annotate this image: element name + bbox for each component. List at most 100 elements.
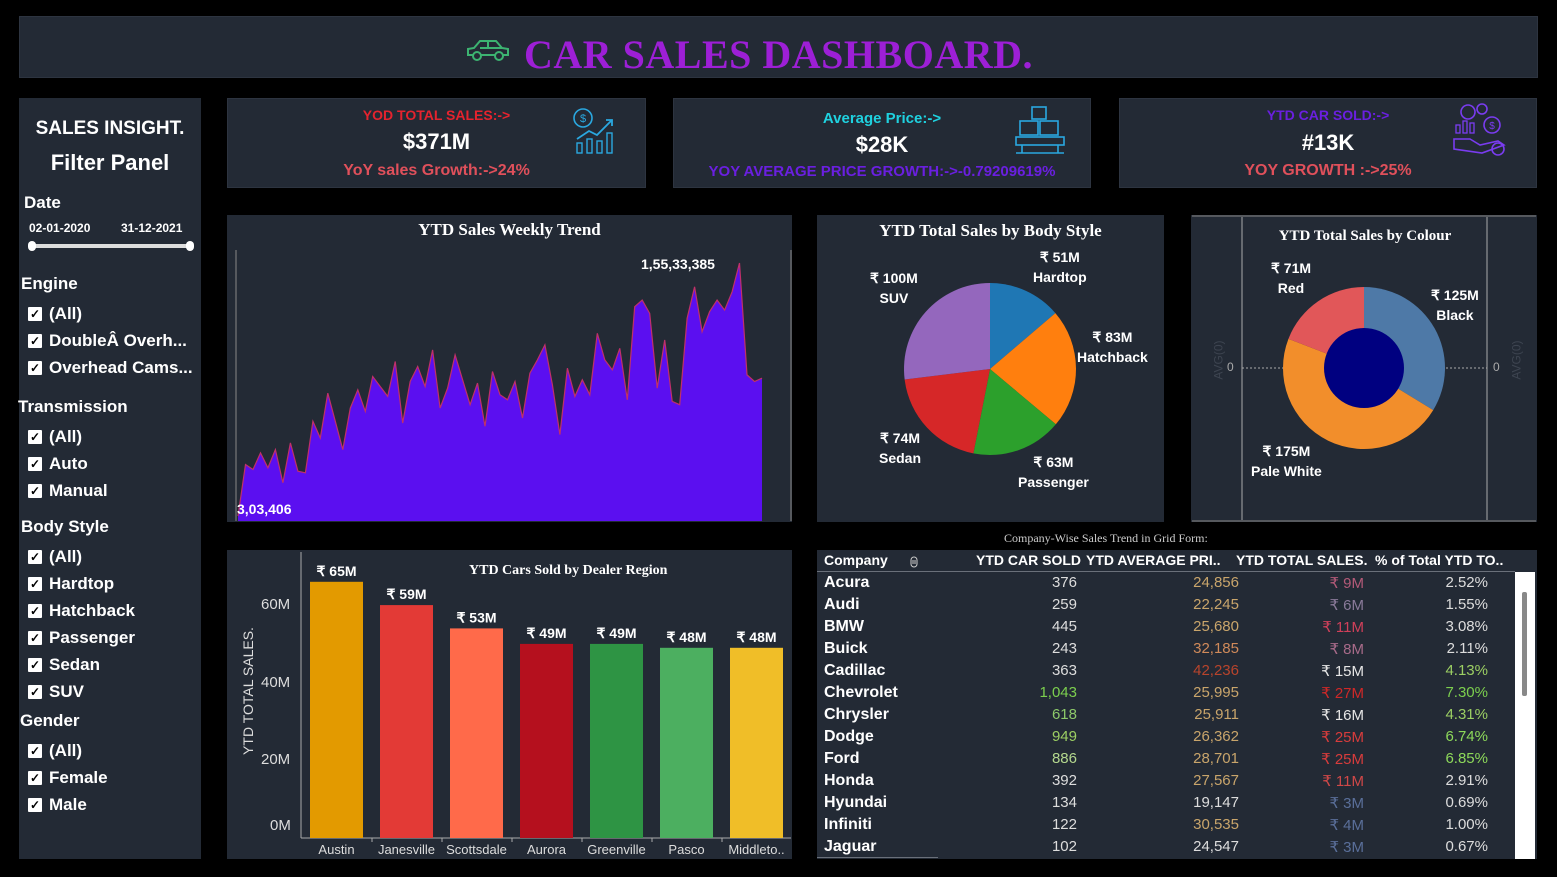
cell-pct-total: 0.67% — [1445, 838, 1488, 855]
header-ytd-average-price[interactable]: YTD AVERAGE PRI.. — [1086, 552, 1221, 568]
body-style-option-sedan[interactable]: ✓ Sedan — [28, 655, 100, 675]
cell-total-sales: ₹ 25M — [1321, 751, 1364, 768]
cell-pct-total: 6.85% — [1445, 750, 1488, 767]
donut-right-zero: 0 — [1493, 360, 1500, 374]
cell-car-sold: 259 — [1051, 596, 1077, 613]
cell-pct-total: 6.74% — [1445, 728, 1488, 745]
bar-scottsdale — [450, 628, 503, 838]
date-slider-end-handle[interactable] — [186, 241, 194, 251]
gender-option-female[interactable]: ✓ Female — [28, 768, 108, 788]
checkbox-checked-icon[interactable]: ✓ — [28, 307, 42, 321]
body-style-pie-chart — [904, 283, 1076, 455]
transmission-option-auto[interactable]: ✓ Auto — [28, 454, 88, 474]
cell-company: Ford — [824, 750, 860, 767]
ytick-0m: 0M — [270, 817, 291, 834]
checkbox-checked-icon[interactable]: ✓ — [28, 457, 42, 471]
date-slider-start-handle[interactable] — [28, 241, 36, 251]
checkbox-checked-icon[interactable]: ✓ — [28, 604, 42, 618]
header-company[interactable]: Company — [824, 552, 888, 568]
table-row[interactable]: Chrysler 618 25,911 ₹ 16M 4.31% — [817, 706, 1515, 728]
cell-car-sold: 618 — [1051, 706, 1077, 723]
cell-car-sold: 392 — [1051, 772, 1077, 789]
donut-hole — [1324, 328, 1404, 408]
scrollbar-track[interactable] — [1515, 572, 1535, 859]
checkbox-checked-icon[interactable]: ✓ — [28, 771, 42, 785]
checkbox-checked-icon[interactable]: ✓ — [28, 631, 42, 645]
checkbox-checked-icon[interactable]: ✓ — [28, 334, 42, 348]
table-row[interactable]: Hyundai 134 19,147 ₹ 3M 0.69% — [817, 794, 1515, 816]
table-row[interactable]: Ford 886 28,701 ₹ 25M 6.85% — [817, 750, 1515, 772]
header-pct-total[interactable]: % of Total YTD TO.. — [1375, 552, 1503, 568]
checkbox-checked-icon[interactable]: ✓ — [28, 361, 42, 375]
bar-janesville — [380, 605, 433, 838]
pie-label-sedan: ₹ 74M Sedan — [879, 430, 922, 466]
header-ytd-total-sales[interactable]: YTD TOTAL SALES. — [1236, 552, 1367, 568]
sort-icon[interactable] — [909, 556, 919, 568]
transmission-option-manual[interactable]: ✓ Manual — [28, 481, 108, 501]
scrollbar-thumb[interactable] — [1522, 592, 1527, 696]
bar-value-label: ₹ 53M — [456, 609, 496, 625]
dealer-region-panel: ₹ 65M Austin ₹ 59M Janesville ₹ 53M Scottsdal… — [227, 550, 792, 859]
transmission-filter-label: Transmission — [18, 397, 128, 416]
cell-company: Jaguar — [824, 838, 877, 855]
checkbox-checked-icon[interactable]: ✓ — [28, 550, 42, 564]
body-style-option-hardtop[interactable]: ✓ Hardtop — [28, 574, 114, 594]
transmission-option-all[interactable]: ✓ (All) — [28, 427, 82, 447]
cell-total-sales: ₹ 16M — [1321, 707, 1364, 724]
cell-total-sales: ₹ 3M — [1329, 795, 1364, 812]
table-row[interactable]: Acura 376 24,856 ₹ 9M 2.52% — [817, 574, 1515, 596]
cell-pct-total: 2.91% — [1445, 772, 1488, 789]
cell-pct-total: 1.55% — [1445, 596, 1488, 613]
checkbox-checked-icon[interactable]: ✓ — [28, 658, 42, 672]
header-ytd-car-sold[interactable]: YTD CAR SOLD — [976, 552, 1081, 568]
checkbox-checked-icon[interactable]: ✓ — [28, 577, 42, 591]
cell-car-sold: 886 — [1051, 750, 1077, 767]
checkbox-checked-icon[interactable]: ✓ — [28, 430, 42, 444]
weekly-trend-area — [238, 263, 762, 521]
table-row[interactable]: Cadillac 363 42,236 ₹ 15M 4.13% — [817, 662, 1515, 684]
cell-average-price: 32,185 — [1193, 640, 1239, 657]
cell-pct-total: 7.30% — [1445, 684, 1488, 701]
weekly-trend-min-label: 3,03,406 — [237, 501, 292, 517]
cell-company: BMW — [824, 618, 864, 635]
cell-average-price: 27,567 — [1193, 772, 1239, 789]
gender-option-male[interactable]: ✓ Male — [28, 795, 87, 815]
body-style-option-suv[interactable]: ✓ SUV — [28, 682, 84, 702]
bar-pasco — [660, 647, 713, 838]
table-row[interactable]: Infiniti 122 30,535 ₹ 4M 1.00% — [817, 816, 1515, 838]
colour-donut-chart — [1192, 215, 1536, 522]
table-row[interactable]: Dodge 949 26,362 ₹ 25M 6.74% — [817, 728, 1515, 750]
grid-title: Company-Wise Sales Trend in Grid Form: — [1004, 531, 1208, 545]
dealer-region-ylabel: YTD TOTAL SALES. — [240, 627, 256, 755]
checkbox-checked-icon[interactable]: ✓ — [28, 484, 42, 498]
date-filter-label: Date — [24, 193, 61, 212]
car-icon — [467, 40, 509, 61]
filter-panel-title: Filter Panel — [50, 150, 170, 175]
body-style-option-all[interactable]: ✓ (All) — [28, 547, 82, 567]
body-style-option-passenger[interactable]: ✓ Passenger — [28, 628, 135, 648]
bar-value-label: ₹ 48M — [666, 629, 706, 645]
bar-austin — [310, 581, 363, 838]
cell-pct-total: 4.13% — [1445, 662, 1488, 679]
dealer-region-chart: ₹ 65M Austin ₹ 59M Janesville ₹ 53M Scottsdal… — [300, 552, 791, 857]
engine-option-ohc[interactable]: ✓ Overhead Cams... — [28, 358, 193, 378]
engine-option-all[interactable]: ✓ (All) — [28, 304, 82, 324]
cell-company: Chrysler — [824, 706, 889, 723]
checkbox-checked-icon[interactable]: ✓ — [28, 798, 42, 812]
date-range-slider[interactable] — [28, 241, 194, 251]
checkbox-checked-icon[interactable]: ✓ — [28, 744, 42, 758]
cell-company: Acura — [824, 574, 870, 591]
table-row[interactable]: Buick 243 32,185 ₹ 8M 2.11% — [817, 640, 1515, 662]
cell-car-sold: 122 — [1051, 816, 1077, 833]
cell-average-price: 25,995 — [1193, 684, 1239, 701]
investment-icon: $ — [1453, 103, 1506, 156]
table-row[interactable]: Audi 259 22,245 ₹ 6M 1.55% — [817, 596, 1515, 618]
body-style-option-hatchback[interactable]: ✓ Hatchback — [28, 601, 135, 621]
table-row[interactable]: Chevrolet 1,043 25,995 ₹ 27M 7.30% — [817, 684, 1515, 706]
table-row[interactable]: BMW 445 25,680 ₹ 11M 3.08% — [817, 618, 1515, 640]
engine-option-dohc[interactable]: ✓ DoubleÂ Overh... — [28, 331, 187, 351]
checkbox-checked-icon[interactable]: ✓ — [28, 685, 42, 699]
gender-option-all[interactable]: ✓ (All) — [28, 741, 82, 761]
kpi-cars-sold-growth: YOY GROWTH :->25% — [1244, 162, 1412, 179]
table-row[interactable]: Honda 392 27,567 ₹ 11M 2.91% — [817, 772, 1515, 794]
